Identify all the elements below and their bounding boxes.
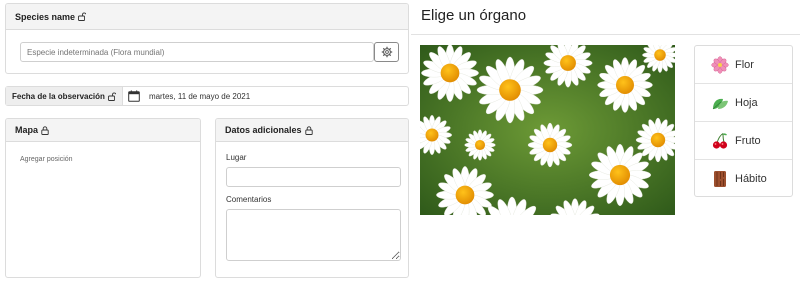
organ-option-flower[interactable]: Flor xyxy=(695,46,792,84)
species-header: Species name xyxy=(6,4,408,30)
organ-list: Flor Hoja Fruto Hábito xyxy=(694,45,793,197)
observation-date-value[interactable]: martes, 11 de mayo de 2021 xyxy=(149,92,250,101)
organ-option-fruit-label: Fruto xyxy=(735,134,761,147)
observation-date-label-text: Fecha de la observación xyxy=(12,91,105,101)
observation-photo[interactable] xyxy=(420,45,675,215)
add-position-link[interactable]: Agregar posición xyxy=(20,156,73,163)
gear-icon xyxy=(381,46,392,58)
organ-title: Elige un órgano xyxy=(421,7,527,24)
organ-option-fruit[interactable]: Fruto xyxy=(695,122,792,160)
map-header: Mapa xyxy=(6,119,200,142)
lock-icon[interactable] xyxy=(304,125,313,135)
organ-option-leaf[interactable]: Hoja xyxy=(695,84,792,122)
map-card: Mapa Agregar posición xyxy=(5,118,201,278)
species-card: Species name xyxy=(5,3,409,74)
place-label: Lugar xyxy=(226,153,247,162)
daisy-photo-image xyxy=(420,45,675,215)
species-search-input[interactable] xyxy=(20,42,374,62)
unlock-icon[interactable] xyxy=(107,92,116,101)
organ-option-flower-label: Flor xyxy=(735,58,754,71)
organ-option-habit-label: Hábito xyxy=(735,173,767,185)
comments-label: Comentarios xyxy=(226,195,272,204)
leaf-icon xyxy=(712,98,728,109)
additional-data-header: Datos adicionales xyxy=(216,119,408,142)
organ-option-habit[interactable]: Hábito xyxy=(695,160,792,198)
observation-date-label: Fecha de la observación xyxy=(6,87,123,105)
lock-icon[interactable] xyxy=(41,125,49,135)
flower-icon xyxy=(711,55,729,74)
divider xyxy=(411,34,800,35)
cherry-icon xyxy=(712,132,728,149)
observation-date-row[interactable]: Fecha de la observación martes, 11 de ma… xyxy=(5,86,409,106)
bark-icon xyxy=(714,171,726,187)
additional-data-header-label: Datos adicionales xyxy=(225,125,302,135)
calendar-icon[interactable] xyxy=(128,90,140,102)
map-header-label: Mapa xyxy=(15,125,39,135)
comments-textarea[interactable] xyxy=(226,209,401,261)
species-header-label: Species name xyxy=(15,11,76,22)
additional-data-card: Datos adicionales Lugar Comentarios xyxy=(215,118,409,278)
unlock-icon[interactable] xyxy=(78,12,87,21)
organ-option-leaf-label: Hoja xyxy=(735,96,758,109)
species-settings-button[interactable] xyxy=(374,42,399,62)
place-input[interactable] xyxy=(226,167,401,187)
